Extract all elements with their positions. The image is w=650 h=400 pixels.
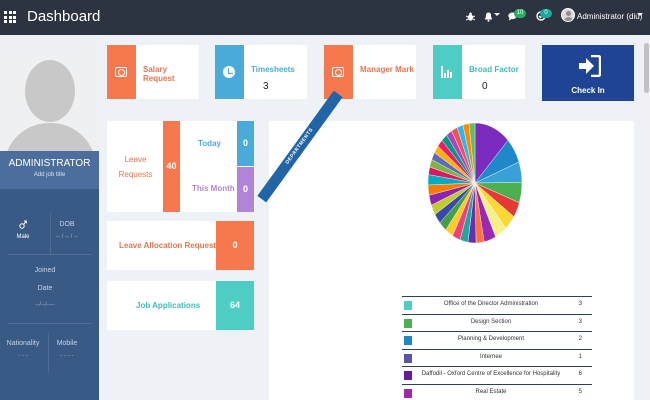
profile-sidebar: ADMINISTRATOR Add job title Male DOB -- … (0, 35, 99, 400)
table-row[interactable]: Real Estate 5 (402, 383, 592, 400)
department-name: Design Section (470, 318, 512, 325)
mobile-label: Mobile (56, 340, 78, 347)
manager-mark-label: Manager Mark (360, 65, 414, 74)
nationality-label: Nationality (6, 340, 40, 347)
table-row[interactable]: Planning & Development 2 (402, 331, 592, 349)
joined-label: Joined (34, 267, 56, 274)
manager-mark-card[interactable]: Manager Mark (324, 45, 416, 99)
dob-cell: DOB -- / -- / -- (52, 221, 82, 240)
avatar[interactable] (561, 8, 575, 22)
department-name: Internee (479, 353, 503, 360)
dob-value: -- / -- / -- (56, 234, 78, 240)
department-count: 5 (578, 388, 582, 395)
mobile-value: - - - - (60, 353, 74, 359)
table-row[interactable]: Internee 1 (402, 348, 592, 367)
table-row[interactable]: Daffodil - Oxford Centre of Excellence f… (402, 366, 592, 384)
department-count: 6 (578, 371, 582, 377)
role-name: ADMINISTRATOR (8, 158, 91, 169)
department-name: Office of the Director Administration (443, 301, 539, 307)
this-month-count: 0 (237, 167, 254, 212)
bar-chart-icon (441, 66, 454, 78)
today-label: Today (198, 139, 221, 148)
broad-factor-label: Broad Factor (469, 65, 519, 74)
nationality-cell: Nationality - - - (5, 340, 41, 359)
timesheets-label: Timesheets (251, 65, 295, 74)
broad-factor-card[interactable]: Broad Factor 0 (433, 45, 525, 99)
user-menu-name[interactable]: Administrator (diu) (577, 12, 642, 21)
bell-icon[interactable] (484, 12, 493, 22)
clock-icon (223, 66, 235, 78)
leave-requests-count: 40 (163, 121, 180, 212)
table-row[interactable]: Office of the Director Administration 3 (402, 296, 592, 314)
gender-cell: Male (8, 220, 38, 240)
leave-requests-label: Leave Requests (118, 155, 153, 179)
profile-photo-placeholder (0, 35, 99, 151)
job-applications-count: 64 (216, 281, 254, 330)
scrollbar-thumb[interactable] (644, 43, 649, 93)
salary-request-label: Salary Request (143, 65, 175, 83)
page-scrollbar[interactable] (643, 35, 650, 400)
department-name: Planning & Development (457, 336, 525, 342)
departments-legend-table: Office of the Director Administration 3 … (402, 296, 592, 400)
salary-request-card[interactable]: Salary Request (107, 45, 199, 99)
wallet-icon (115, 67, 127, 77)
department-count: 1 (578, 353, 582, 360)
departments-pie-chart (427, 122, 523, 244)
apps-grid-icon[interactable] (4, 11, 16, 23)
legend-swatch (404, 388, 412, 398)
legend-swatch (404, 371, 412, 380)
joined-cell: Joined Date --/--/---- (20, 267, 70, 308)
chevron-down-icon[interactable] (494, 13, 500, 16)
nationality-value: - - - (18, 353, 28, 359)
check-in-button[interactable]: Check In (542, 45, 634, 101)
legend-swatch (404, 318, 412, 328)
department-count: 3 (578, 301, 582, 307)
bug-icon[interactable] (466, 12, 475, 22)
joined-date-value: --/--/---- (35, 302, 55, 308)
legend-swatch (404, 301, 412, 310)
leave-allocation-label: Leave Allocation Requests (119, 241, 221, 250)
table-row[interactable]: Design Section 3 (402, 313, 592, 332)
top-navbar: Dashboard 10 0 Administrator (diu) (0, 0, 650, 35)
wallet-icon (332, 67, 344, 77)
timesheets-card[interactable]: Timesheets 3 (215, 45, 307, 99)
notifications-badge: 10 (514, 9, 526, 18)
job-applications-label: Job Applications (136, 301, 201, 310)
add-job-title-link[interactable]: Add job title (0, 172, 99, 178)
department-name: Daffodil - Oxford Centre of Excellence f… (421, 371, 561, 377)
role-block: ADMINISTRATOR Add job title (0, 151, 99, 189)
department-count: 3 (578, 318, 582, 325)
dob-label: DOB (59, 221, 75, 228)
updates-badge: 0 (540, 9, 552, 18)
broad-factor-count: 0 (482, 81, 488, 92)
date-label: Date (37, 285, 53, 292)
department-count: 2 (578, 336, 582, 342)
gender-value: Male (16, 234, 30, 240)
job-applications-panel[interactable]: Job Applications 64 (107, 281, 254, 330)
page-title: Dashboard (27, 8, 101, 25)
user-menu-chevron-icon[interactable] (637, 13, 643, 16)
department-name: Real Estate (475, 388, 507, 395)
leave-requests-panel[interactable]: Leave Requests (107, 121, 254, 212)
this-month-label: This Month (192, 184, 235, 193)
leave-allocation-count: 0 (216, 221, 254, 270)
legend-swatch (404, 353, 412, 363)
check-in-label: Check In (571, 86, 605, 95)
male-icon (19, 220, 27, 229)
mobile-cell: Mobile - - - - (52, 340, 82, 359)
leave-allocation-panel[interactable]: Leave Allocation Requests 0 (107, 221, 254, 270)
sign-in-icon (579, 55, 601, 77)
today-count: 0 (237, 121, 254, 166)
timesheets-count: 3 (263, 81, 269, 92)
legend-swatch (404, 336, 412, 345)
